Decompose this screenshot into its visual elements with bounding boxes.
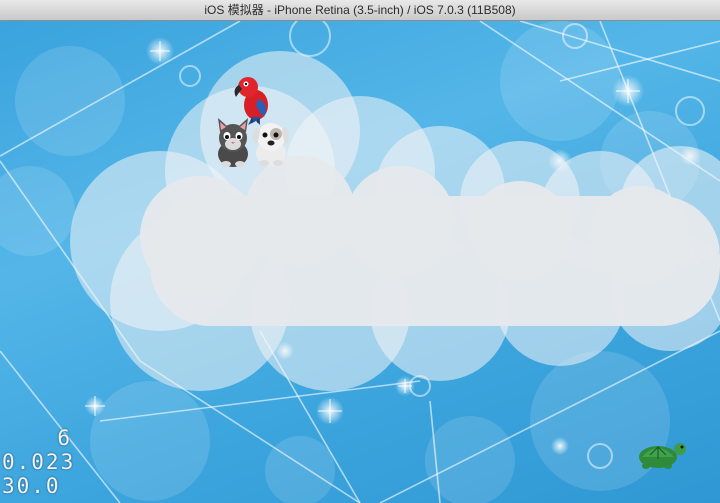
simulator-window: iOS 模拟器 - iPhone Retina (3.5-inch) / iOS… bbox=[0, 0, 720, 503]
dog-icon[interactable] bbox=[248, 117, 294, 167]
turtle-icon[interactable] bbox=[636, 435, 688, 471]
debug-stats: 6 0.023 30.0 bbox=[2, 426, 92, 498]
game-screen[interactable]: 6 0.023 30.0 bbox=[0, 21, 720, 503]
background-scene bbox=[0, 21, 720, 503]
window-titlebar[interactable]: iOS 模拟器 - iPhone Retina (3.5-inch) / iOS… bbox=[0, 0, 720, 21]
fps-value: 30.0 bbox=[2, 474, 61, 498]
frame-time-value: 0.023 bbox=[2, 450, 76, 474]
draw-calls-value: 6 bbox=[57, 426, 72, 450]
window-title: iOS 模拟器 - iPhone Retina (3.5-inch) / iOS… bbox=[204, 3, 516, 17]
